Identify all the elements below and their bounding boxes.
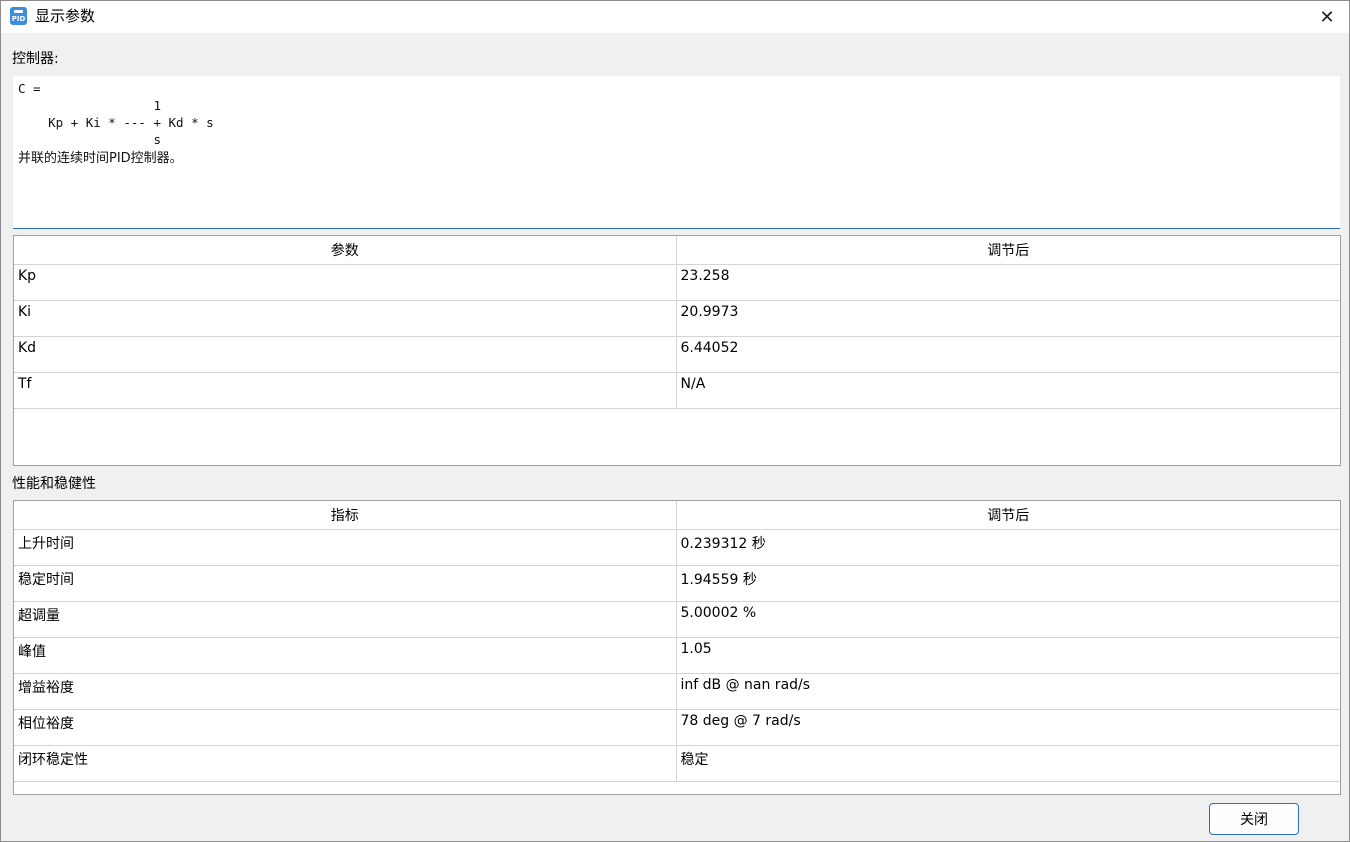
- table-row[interactable]: 稳定时间 1.94559 秒: [14, 565, 1340, 602]
- dialog-window: PID 显示参数 ✕ 控制器: C = 1 Kp + Ki * --- + Kd…: [0, 0, 1350, 842]
- performance-table: 指标 调节后 上升时间 0.239312 秒 稳定时间 1.94559 秒 超调…: [13, 500, 1341, 795]
- metric-name: 超调量: [14, 601, 677, 638]
- metric-name: 稳定时间: [14, 565, 677, 602]
- param-value: 6.44052: [676, 336, 1340, 373]
- param-name: Ki: [14, 300, 677, 337]
- title-bar: PID 显示参数 ✕: [1, 1, 1349, 33]
- metric-value: 0.239312 秒: [676, 529, 1340, 566]
- close-icon[interactable]: ✕: [1312, 4, 1342, 30]
- metric-value: inf dB @ nan rad/s: [676, 673, 1340, 710]
- param-value: 23.258: [676, 264, 1340, 301]
- param-value: 20.9973: [676, 300, 1340, 337]
- params-header-tuned[interactable]: 调节后: [676, 236, 1340, 265]
- table-row[interactable]: Ki 20.9973: [14, 300, 1340, 337]
- params-header-param[interactable]: 参数: [14, 236, 677, 265]
- metric-name: 闭环稳定性: [14, 745, 677, 782]
- table-row[interactable]: 增益裕度 inf dB @ nan rad/s: [14, 673, 1340, 710]
- controller-formula: C = 1 Kp + Ki * --- + Kd * s s: [18, 81, 214, 147]
- perf-header-tuned[interactable]: 调节后: [676, 501, 1340, 530]
- metric-name: 增益裕度: [14, 673, 677, 710]
- window-title: 显示参数: [35, 7, 96, 25]
- metric-value: 稳定: [676, 745, 1340, 782]
- controller-label: 控制器:: [12, 51, 59, 67]
- metric-value: 78 deg @ 7 rad/s: [676, 709, 1340, 746]
- table-row[interactable]: 超调量 5.00002 %: [14, 601, 1340, 638]
- metric-name: 上升时间: [14, 529, 677, 566]
- perf-header-metric[interactable]: 指标: [14, 501, 677, 530]
- controller-text-area[interactable]: C = 1 Kp + Ki * --- + Kd * s s 并联的连续时间PI…: [13, 76, 1340, 229]
- table-row[interactable]: 闭环稳定性 稳定: [14, 745, 1340, 782]
- param-name: Kp: [14, 264, 677, 301]
- metric-name: 峰值: [14, 637, 677, 674]
- table-row[interactable]: Kd 6.44052: [14, 336, 1340, 373]
- table-row[interactable]: Tf N/A: [14, 372, 1340, 409]
- params-table: 参数 调节后 Kp 23.258 Ki 20.9973 Kd 6.44052 T…: [13, 235, 1341, 466]
- metric-value: 1.05: [676, 637, 1340, 674]
- param-value: N/A: [676, 372, 1340, 409]
- metric-value: 1.94559 秒: [676, 565, 1340, 602]
- controller-description: 并联的连续时间PID控制器。: [18, 151, 183, 166]
- table-row[interactable]: 相位裕度 78 deg @ 7 rad/s: [14, 709, 1340, 746]
- metric-value: 5.00002 %: [676, 601, 1340, 638]
- table-row[interactable]: Kp 23.258: [14, 264, 1340, 301]
- performance-label: 性能和稳健性: [12, 476, 96, 492]
- close-button[interactable]: 关闭: [1209, 803, 1299, 835]
- table-row[interactable]: 上升时间 0.239312 秒: [14, 529, 1340, 566]
- table-row[interactable]: 峰值 1.05: [14, 637, 1340, 674]
- pid-app-icon: PID: [10, 7, 27, 25]
- param-name: Tf: [14, 372, 677, 409]
- metric-name: 相位裕度: [14, 709, 677, 746]
- param-name: Kd: [14, 336, 677, 373]
